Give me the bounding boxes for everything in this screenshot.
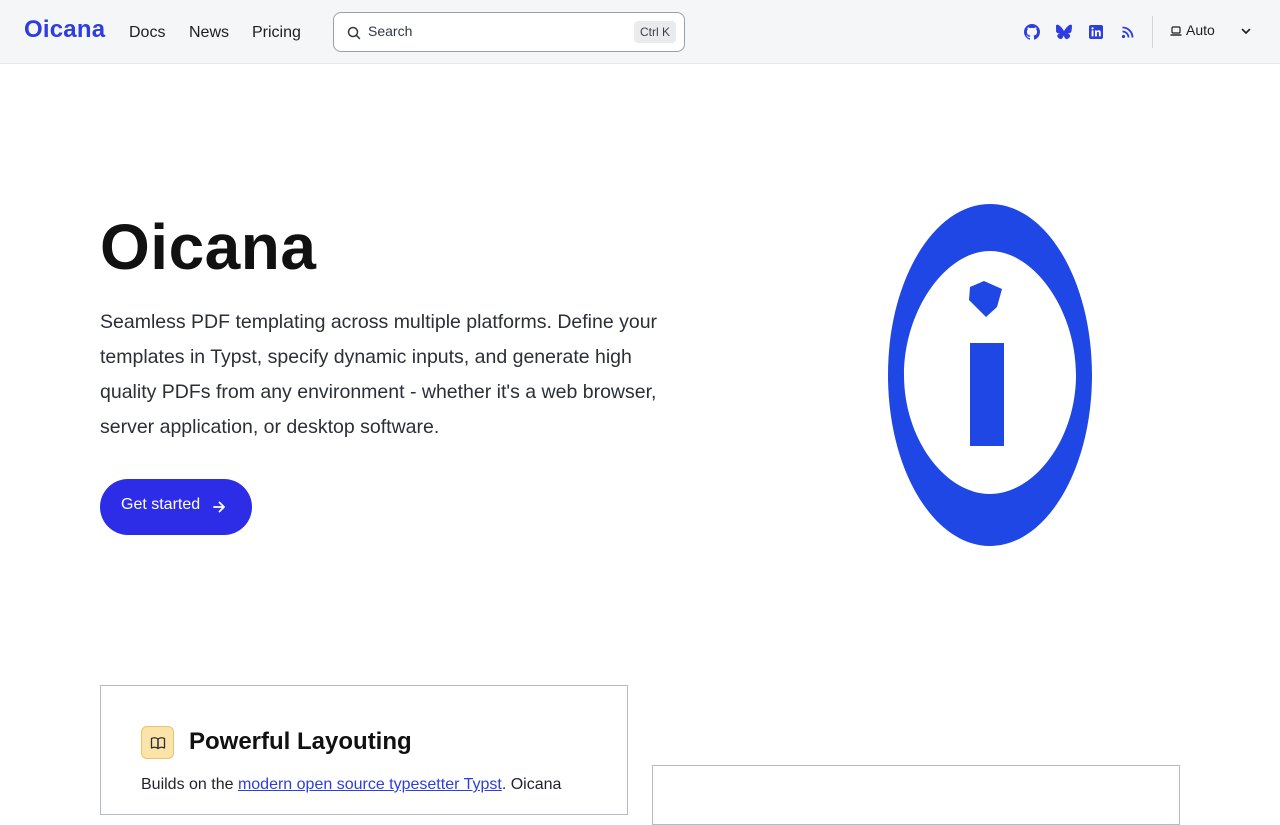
search-shortcut-badge: Ctrl K (634, 21, 676, 43)
feature-title: Powerful Layouting (189, 728, 412, 755)
feature-card-secondary (652, 765, 1180, 825)
brand-logo-link[interactable]: Oicana (24, 16, 105, 44)
theme-label: Auto (1186, 22, 1215, 38)
github-icon[interactable] (1024, 24, 1040, 40)
search-icon (347, 26, 361, 40)
oicana-logo-illustration (888, 204, 1092, 546)
feature-text-start: Builds on the (141, 776, 238, 793)
chevron-down-icon (1241, 28, 1251, 34)
book-icon (150, 737, 166, 750)
search-placeholder: Search (368, 23, 413, 39)
linkedin-icon[interactable] (1088, 24, 1104, 40)
get-started-label: Get started (121, 496, 201, 513)
feature-text: Builds on the modern open source typeset… (141, 776, 561, 794)
hero-description: Seamless PDF templating across multiple … (100, 311, 658, 438)
typst-link[interactable]: modern open source typesetter Typst (238, 776, 502, 793)
get-started-button[interactable]: Get started (100, 479, 252, 535)
nav-link-docs[interactable]: Docs (129, 24, 165, 42)
rss-icon[interactable] (1120, 24, 1136, 40)
search-button[interactable]: Search Ctrl K (333, 12, 685, 52)
theme-selector[interactable]: Auto (1168, 16, 1258, 48)
nav-link-pricing[interactable]: Pricing (252, 24, 301, 42)
navbar-divider (1152, 16, 1153, 48)
feature-icon-badge (141, 726, 174, 759)
bluesky-icon[interactable] (1056, 24, 1072, 40)
arrow-right-icon (213, 501, 225, 513)
laptop-icon (1170, 26, 1182, 36)
hero-title: Oicana (100, 211, 317, 283)
feature-text-end: . Oicana (501, 776, 562, 793)
top-navbar: Oicana Docs News Pricing Search Ctrl K A… (0, 0, 1280, 64)
nav-link-news[interactable]: News (189, 24, 229, 42)
feature-card-powerful-layouting: Powerful Layouting Builds on the modern … (100, 685, 628, 815)
